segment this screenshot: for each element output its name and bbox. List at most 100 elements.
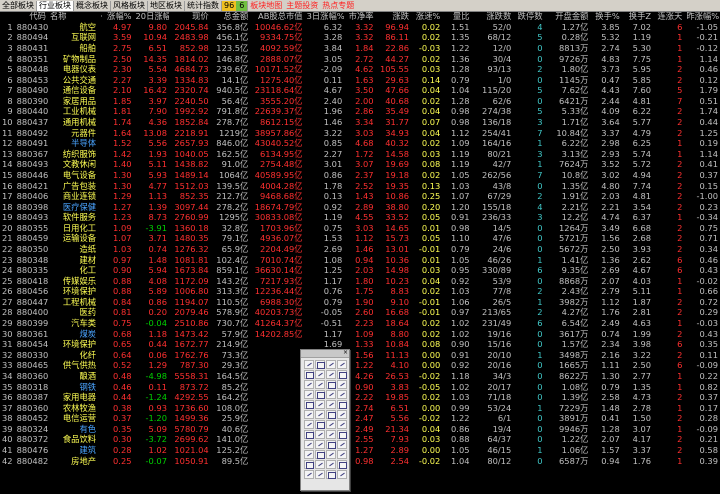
- column-header-20[interactable]: 昨涨幅%: [684, 11, 720, 22]
- table-row[interactable]: 31 880454 环境保护 0.65 0.44 1672.77 214.9亿 1.69 1.3…: [0, 339, 720, 350]
- table-row[interactable]: 39880324有色0.355.095780.7940.6亿0.472.4921…: [0, 424, 720, 435]
- column-header-11[interactable]: 涨跌: [376, 11, 411, 22]
- tab-1[interactable]: 行业板块: [37, 0, 74, 11]
- draw-tool-icon[interactable]: [337, 470, 347, 479]
- tab-5[interactable]: 统计指数: [185, 0, 222, 11]
- draw-tool-icon[interactable]: [326, 390, 336, 399]
- table-row[interactable]: 4 880351 矿物制品 2.50 14.35 1814.02 146.8亿 2888.07…: [0, 53, 720, 64]
- draw-tool-icon[interactable]: [326, 360, 336, 369]
- tab-10[interactable]: 热点专题: [320, 1, 356, 11]
- draw-tool-icon[interactable]: [304, 400, 314, 409]
- column-header-4[interactable]: 涨幅%: [104, 11, 133, 22]
- draw-tool-icon[interactable]: [315, 370, 325, 379]
- table-row[interactable]: 8 880390 家居用品 1.85 3.97 2240.50 56.4亿 3555.20亿 2…: [0, 96, 720, 107]
- draw-tool-icon[interactable]: [326, 420, 336, 429]
- draw-tool-icon[interactable]: [337, 360, 347, 369]
- column-header-12[interactable]: 涨速%: [411, 11, 442, 22]
- draw-tool-icon[interactable]: [315, 360, 325, 369]
- table-row[interactable]: 15 880446 电气设备 1.30 5.93 1489.14 1064亿 40589.95…: [0, 170, 720, 181]
- table-row[interactable]: 37880360农林牧渔0.380.931736.60108.0亿0.522.7…: [0, 402, 720, 413]
- table-row[interactable]: 26 880456 环境保护 0.88 5.89 1006.80 313.3亿 12236.4…: [0, 286, 720, 297]
- draw-tool-icon[interactable]: [315, 470, 325, 479]
- draw-tool-icon[interactable]: [315, 400, 325, 409]
- draw-tool-icon[interactable]: [304, 450, 314, 459]
- tab-0[interactable]: 全部板块: [0, 0, 37, 11]
- column-header-10[interactable]: 市净率: [344, 11, 375, 22]
- column-header-0[interactable]: [0, 11, 15, 22]
- draw-tool-icon[interactable]: [304, 370, 314, 379]
- column-header-2[interactable]: 名称: [48, 11, 98, 22]
- draw-tool-icon[interactable]: [326, 370, 336, 379]
- column-header-18[interactable]: 换手Z: [622, 11, 653, 22]
- draw-tool-icon[interactable]: [315, 440, 325, 449]
- table-row[interactable]: 40880372食品饮料0.30-3.722699.62141.0亿0.582.…: [0, 434, 720, 445]
- table-row[interactable]: 10 880437 通用机械 1.74 4.36 1852.84 278.7亿 8612.15…: [0, 117, 720, 128]
- draw-tool-icon[interactable]: [304, 440, 314, 449]
- draw-tool-icon[interactable]: [315, 380, 325, 389]
- column-header-14[interactable]: 涨跌数: [472, 11, 514, 22]
- table-row[interactable]: 21 880459 运输设备 1.07 3.71 1480.35 79.1亿 4936.07亿…: [0, 233, 720, 244]
- close-icon[interactable]: ×: [342, 350, 349, 356]
- column-header-8[interactable]: AB股总市值: [250, 11, 304, 22]
- table-row[interactable]: 13 880367 纺织服饰 1.42 1.93 1040.05 162.5亿 6134.95…: [0, 149, 720, 160]
- column-header-16[interactable]: 开盘金额: [545, 11, 591, 22]
- tab-7[interactable]: 6: [236, 0, 249, 11]
- table-row[interactable]: 22 880350 造纸 1.03 0.74 1276.32 65.9亿 2204.49亿 2.…: [0, 244, 720, 255]
- draw-tool-icon[interactable]: [315, 410, 325, 419]
- tab-3[interactable]: 风格板块: [111, 0, 148, 11]
- draw-tool-icon[interactable]: [326, 400, 336, 409]
- table-row[interactable]: 1 880430 航空 4.97 9.80 2045.84 356.8亿 10046.62亿 6…: [0, 22, 720, 33]
- draw-tool-icon[interactable]: [326, 430, 336, 439]
- draw-tool-icon[interactable]: [337, 450, 347, 459]
- draw-tool-icon[interactable]: [326, 440, 336, 449]
- draw-tool-icon[interactable]: [337, 460, 347, 469]
- draw-tool-icon[interactable]: [304, 390, 314, 399]
- tab-6[interactable]: 96: [222, 0, 237, 11]
- table-row[interactable]: 29 880399 汽车类 0.75 -0.04 2510.86 730.7亿 41264.3…: [0, 318, 720, 329]
- draw-tool-icon[interactable]: [304, 380, 314, 389]
- table-row[interactable]: 19 880493 软件服务 1.23 8.73 2760.99 1295亿 30833.08…: [0, 212, 720, 223]
- draw-tool-icon[interactable]: [304, 420, 314, 429]
- table-row[interactable]: 11 880492 元器件 1.64 13.08 2218.91 1219亿 38957.86…: [0, 127, 720, 138]
- table-row[interactable]: 2 880494 互联网 3.59 10.94 2483.98 456.1亿 9334.75亿…: [0, 32, 720, 43]
- tab-9[interactable]: 主题投资: [284, 1, 320, 11]
- draw-tool-icon[interactable]: [315, 420, 325, 429]
- table-row[interactable]: 34880360酿酒0.48-4.985558.31164.5亿3.224.26…: [0, 371, 720, 382]
- table-row[interactable]: 23 880348 建材 0.97 1.48 1081.81 102.4亿 7010.74亿 1…: [0, 254, 720, 265]
- column-header-13[interactable]: 量比: [442, 11, 471, 22]
- draw-tool-icon[interactable]: [304, 460, 314, 469]
- drawing-tools-panel[interactable]: ×: [300, 349, 350, 491]
- draw-tool-icon[interactable]: [337, 420, 347, 429]
- draw-tool-icon[interactable]: [337, 390, 347, 399]
- draw-tool-icon[interactable]: [315, 390, 325, 399]
- table-row[interactable]: 3 880431 船舶 2.75 6.51 852.98 123.5亿 4092.59亿 3.8…: [0, 43, 720, 54]
- table-row[interactable]: 20 880355 日用化工 1.09 -3.91 1360.18 32.8亿 1703.96…: [0, 223, 720, 234]
- table-row[interactable]: 17 880406 商业连锁 1.29 1.13 852.35 212.7亿 9468.68亿…: [0, 191, 720, 202]
- drawing-tools-titlebar[interactable]: ×: [301, 350, 349, 358]
- table-row[interactable]: 36880387家用电器0.44-1.244292.55164.2亿1.042.…: [0, 392, 720, 403]
- draw-tool-icon[interactable]: [337, 370, 347, 379]
- tab-2[interactable]: 概念板块: [74, 0, 111, 11]
- draw-tool-icon[interactable]: [304, 430, 314, 439]
- tab-4[interactable]: 地区板块: [148, 0, 185, 11]
- column-header-15[interactable]: 跌停数: [513, 11, 544, 22]
- table-row[interactable]: 7 880490 通信设备 2.10 16.42 2320.74 940.5亿 23118.6…: [0, 85, 720, 96]
- table-row[interactable]: 25 880418 传媒娱乐 0.88 4.08 1172.09 143.2亿 7217.93…: [0, 275, 720, 286]
- draw-tool-icon[interactable]: [304, 470, 314, 479]
- column-header-17[interactable]: 换手%: [590, 11, 621, 22]
- table-row[interactable]: 27 880447 工程机械 0.84 0.86 1194.07 110.5亿 6988.30…: [0, 297, 720, 308]
- draw-tool-icon[interactable]: [337, 440, 347, 449]
- table-row[interactable]: 42880482房地产0.25-0.071050.9189.5亿-0.670.9…: [0, 455, 720, 466]
- draw-tool-icon[interactable]: [337, 380, 347, 389]
- draw-tool-icon[interactable]: [315, 430, 325, 439]
- column-header-9[interactable]: 3日涨幅%: [305, 11, 345, 22]
- draw-tool-icon[interactable]: [326, 410, 336, 419]
- table-row[interactable]: 18 880398 医疗保健 1.27 1.39 3097.44 278.2亿 18674.7…: [0, 201, 720, 212]
- table-row[interactable]: 16 880421 广告包装 1.30 4.77 1512.03 139.5亿 4004.28…: [0, 180, 720, 191]
- table-row[interactable]: 12 880491 半导体 1.52 5.56 2657.93 846.0亿 43040.52…: [0, 138, 720, 149]
- draw-tool-icon[interactable]: [315, 450, 325, 459]
- table-row[interactable]: 5 880448 电器仪表 2.30 5.54 4684.73 239.6亿 10171.52…: [0, 64, 720, 75]
- table-row[interactable]: 38880452电信运营0.37-1.201499.3625.9亿0.522.4…: [0, 413, 720, 424]
- draw-tool-icon[interactable]: [337, 410, 347, 419]
- table-row[interactable]: 24 880335 化工 0.90 5.94 1673.84 859.1亿 36630.14亿…: [0, 265, 720, 276]
